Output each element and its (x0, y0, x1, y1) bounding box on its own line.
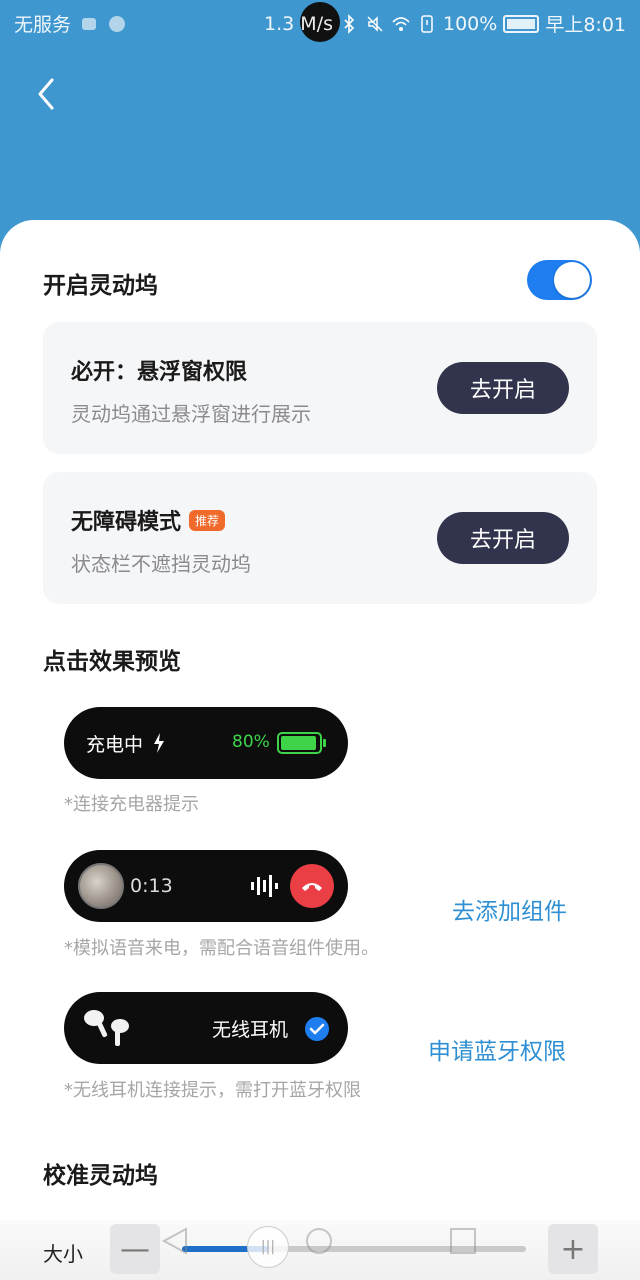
card-title-text: 无障碍模式 (71, 510, 182, 535)
overlay-permission-title: 必开：悬浮窗权限 (71, 354, 247, 386)
status-bar: 无服务 1.3 M/s 100% 早上8:01 (0, 0, 640, 44)
charge-percent: 80% (232, 732, 270, 752)
decrease-size-button[interactable]: — (110, 1224, 160, 1274)
charging-label: 充电中 (86, 734, 144, 756)
enable-accessibility-button[interactable]: 去开启 (437, 512, 569, 564)
earbuds-label: 无线耳机 (212, 1019, 289, 1041)
voice-wave-icon (251, 875, 278, 897)
back-arrow-icon[interactable] (32, 72, 72, 116)
bluetooth-icon (344, 13, 355, 34)
voice-call-hint: *模拟语音来电，需配合语音组件使用。 (64, 938, 379, 959)
earbuds-icon (84, 1010, 129, 1046)
recommended-badge: 推荐 (189, 509, 226, 531)
request-bluetooth-link[interactable]: 申请蓝牙权限 (428, 1032, 566, 1066)
overlay-permission-card: 必开：悬浮窗权限 灵动坞通过悬浮窗进行展示 去开启 (43, 322, 597, 454)
battery-full-icon (277, 732, 326, 754)
toggle-knob (554, 262, 590, 298)
card-title-text: 必开：悬浮窗权限 (71, 360, 248, 385)
verified-check-icon (305, 1017, 329, 1041)
enable-toggle[interactable] (527, 260, 592, 300)
cloud-app-icon (109, 15, 126, 32)
preview-title: 点击效果预览 (43, 649, 181, 675)
battery-icon (503, 14, 540, 33)
accessibility-subtitle: 状态栏不遮挡灵动坞 (71, 552, 251, 576)
sim-alert-icon (421, 14, 433, 33)
app-notification-icon (82, 17, 97, 30)
call-duration: 0:13 (130, 875, 173, 897)
hangup-button[interactable] (290, 864, 334, 908)
earbuds-hint: *无线耳机连接提示，需打开蓝牙权限 (64, 1080, 361, 1101)
charging-hint: *连接充电器提示 (64, 794, 199, 815)
overlay-permission-subtitle: 灵动坞通过悬浮窗进行展示 (71, 402, 311, 426)
calibrate-title: 校准灵动坞 (43, 1163, 158, 1189)
size-slider-row: 大小 — ||| + (0, 1220, 640, 1280)
mute-icon (367, 15, 383, 32)
increase-size-button[interactable]: + (548, 1224, 598, 1274)
enable-label: 开启灵动坞 (43, 273, 158, 299)
battery-percent: 100% (443, 12, 498, 35)
caller-avatar (78, 863, 124, 909)
settings-sheet: 开启灵动坞 必开：悬浮窗权限 灵动坞通过悬浮窗进行展示 去开启 无障碍模式 推荐… (0, 220, 640, 1280)
carrier-text: 无服务 (14, 14, 72, 36)
hangup-phone-icon (302, 883, 322, 891)
accessibility-title: 无障碍模式 推荐 (71, 504, 226, 536)
earbuds-preview-pill[interactable]: 无线耳机 (64, 992, 348, 1064)
charging-preview-pill[interactable]: 充电中 80% (64, 707, 348, 779)
size-slider-thumb[interactable]: ||| (247, 1226, 289, 1268)
accessibility-card: 无障碍模式 推荐 状态栏不遮挡灵动坞 去开启 (43, 472, 597, 604)
enable-overlay-button[interactable]: 去开启 (437, 362, 569, 414)
wifi-icon (392, 16, 410, 31)
nav-home-overlay-icon (306, 1228, 332, 1254)
add-widget-link[interactable]: 去添加组件 (452, 892, 567, 926)
voice-call-preview-pill[interactable]: 0:13 (64, 850, 348, 922)
nav-back-overlay-icon (161, 1227, 187, 1255)
nav-recents-overlay-icon (450, 1228, 476, 1254)
lightning-icon (154, 733, 164, 753)
size-label: 大小 (43, 1242, 83, 1266)
clock: 早上8:01 (545, 14, 626, 36)
network-speed: 1.3 M/s (264, 12, 333, 35)
